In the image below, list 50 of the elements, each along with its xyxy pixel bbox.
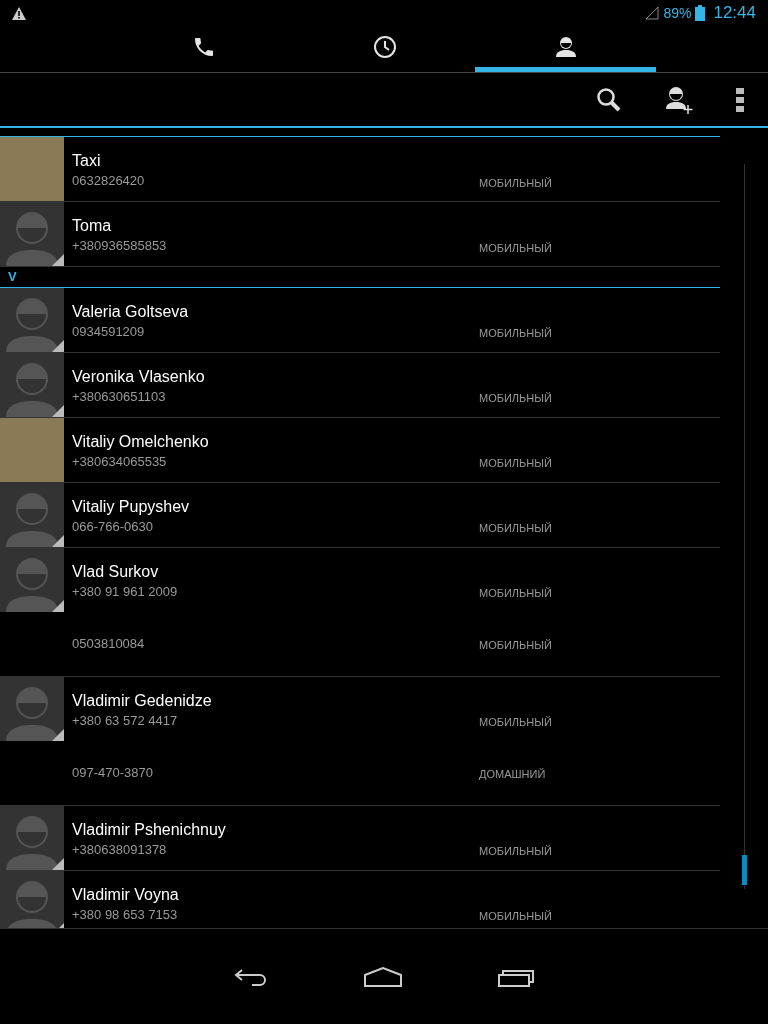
phone-type: МОБИЛЬНЫЙ — [479, 326, 552, 342]
search-icon — [596, 86, 622, 113]
phone-type: МОБИЛЬНЫЙ — [479, 521, 552, 537]
clock-time: 12:44 — [713, 2, 756, 25]
phone-number: 097-470-3870 — [72, 763, 154, 782]
phone-type: МОБИЛЬНЫЙ — [479, 240, 552, 256]
section-letter: V — [8, 268, 17, 286]
phone-number: +380630651103 — [72, 387, 167, 406]
person-icon — [553, 34, 578, 59]
signal-icon — [645, 6, 660, 20]
contact-name: Vitaliy Omelchenko — [72, 431, 210, 452]
photo-placeholder — [0, 137, 64, 201]
phone-number: +380 63 572 4417 — [72, 711, 179, 730]
contact-name: Taxi — [72, 151, 102, 171]
phone-type: МОБИЛЬНЫЙ — [479, 715, 552, 731]
phone-number: 0503810084 — [72, 634, 146, 653]
contact-name: Vladimir Voyna — [72, 884, 180, 905]
phone-number: 066-766-0630 — [72, 517, 154, 536]
phone-type: МОБИЛЬНЫЙ — [479, 844, 552, 860]
phone-type: МОБИЛЬНЫЙ — [479, 909, 552, 925]
phone-type: ДОМАШНИЙ — [479, 767, 546, 783]
scrollbar-thumb[interactable] — [741, 855, 747, 885]
contact-name: Vitaliy Pupyshev — [72, 496, 191, 517]
phone-number: +380634065535 — [72, 452, 168, 471]
clock-icon — [372, 34, 397, 59]
contact-name: Vlad Surkov — [72, 561, 160, 582]
contact-name: Vladimir Pshenichnuy — [72, 819, 227, 840]
home-icon — [364, 966, 402, 987]
back-arrow-icon — [234, 967, 268, 986]
phone-type: МОБИЛЬНЫЙ — [479, 391, 552, 407]
phone-type: МОБИЛЬНЫЙ — [479, 638, 552, 654]
photo-placeholder — [0, 417, 64, 482]
phone-number: 0934591209 — [72, 322, 146, 341]
phone-type: МОБИЛЬНЫЙ — [479, 175, 552, 191]
add-person-icon — [664, 84, 694, 115]
battery-percent: 89% — [663, 3, 692, 23]
phone-type: МОБИЛЬНЫЙ — [479, 586, 552, 602]
battery-icon — [695, 5, 706, 21]
contact-name: Veronika Vlasenko — [72, 366, 206, 387]
contact-name: Valeria Goltseva — [72, 301, 190, 322]
overflow-menu-icon — [736, 87, 744, 112]
phone-number: +380 91 961 2009 — [72, 582, 179, 601]
warning-icon — [12, 6, 26, 20]
phone-type: МОБИЛЬНЫЙ — [479, 456, 552, 472]
phone-number: 0632826420 — [72, 172, 146, 191]
phone-number: +380936585853 — [72, 237, 168, 256]
contact-name: Toma — [72, 216, 113, 236]
phone-number: +380638091378 — [72, 840, 168, 859]
phone-number: +380 98 653 7153 — [72, 905, 179, 924]
contact-name: Vladimir Gedenidze — [72, 690, 213, 711]
